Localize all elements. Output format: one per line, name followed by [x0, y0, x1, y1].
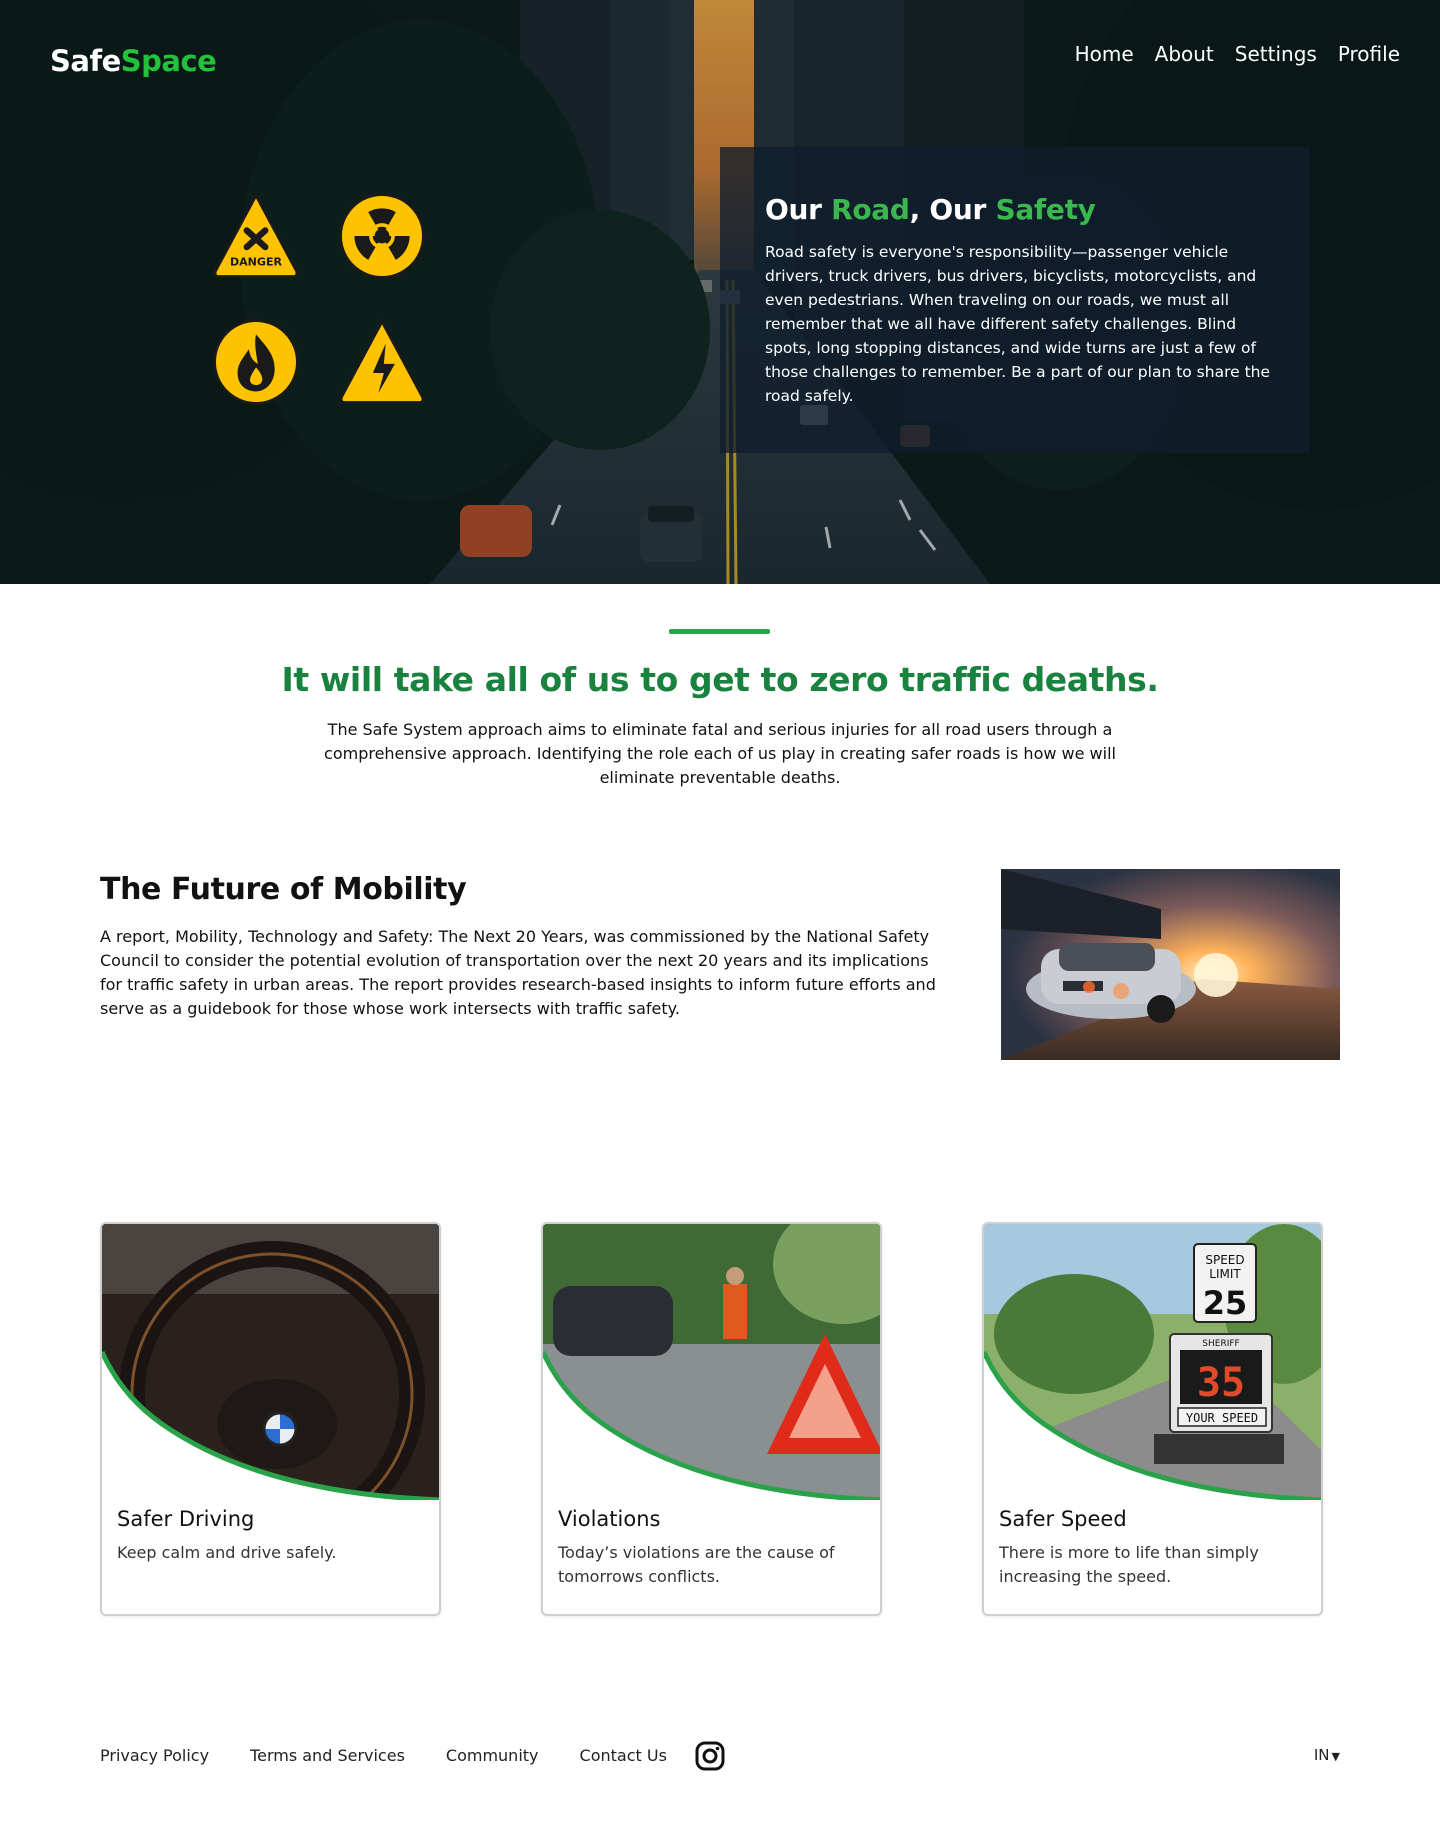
- hero-title-part: , Our: [909, 193, 996, 226]
- nav-home-link[interactable]: Home: [1075, 42, 1134, 66]
- danger-sign-icon: DANGER: [213, 192, 299, 278]
- footer-terms-link[interactable]: Terms and Services: [250, 1746, 405, 1765]
- sheriff-badge-text: SHERIFF: [1202, 1339, 1239, 1349]
- chevron-down-icon: ▼: [1331, 1750, 1340, 1763]
- speed-limit-value: 25: [1203, 1284, 1248, 1322]
- card-title: Violations: [558, 1507, 661, 1531]
- hero-description: Road safety is everyone's responsibility…: [765, 243, 1271, 405]
- your-speed-label: YOUR SPEED: [1186, 1411, 1258, 1425]
- mission-description: The Safe System approach aims to elimina…: [324, 720, 1116, 787]
- card-violations[interactable]: Violations Today’s violations are the ca…: [541, 1222, 882, 1616]
- footer-contact-link[interactable]: Contact Us: [580, 1746, 667, 1765]
- language-code: IN: [1313, 1746, 1330, 1764]
- future-section-text: A report, Mobility, Technology and Safet…: [100, 927, 936, 1018]
- hazard-signs-group: DANGER: [210, 190, 430, 410]
- radiation-sign-icon: [339, 193, 425, 279]
- future-section-title: The Future of Mobility: [100, 872, 467, 907]
- card-safer-driving[interactable]: Safer Driving Keep calm and drive safely…: [100, 1222, 441, 1616]
- top-nav: Home About Settings Profile: [1075, 42, 1400, 66]
- hero-section: SafeSpace Home About Settings Profile DA…: [0, 0, 1440, 584]
- brand-name-primary: Safe: [50, 44, 121, 78]
- footer-links: Privacy Policy Terms and Services Commun…: [100, 1746, 667, 1765]
- section-divider: [669, 629, 770, 634]
- speed-limit-sign-image: SPEED LIMIT 25 SHERIFF 35 YOUR SPEED: [984, 1224, 1321, 1500]
- nav-settings-link[interactable]: Settings: [1235, 42, 1317, 66]
- hero-title-part: Our: [765, 193, 832, 226]
- steering-wheel-image: [102, 1224, 439, 1500]
- card-description: Keep calm and drive safely.: [117, 1543, 337, 1562]
- card-title: Safer Speed: [999, 1507, 1127, 1531]
- site-footer: Privacy Policy Terms and Services Commun…: [100, 1740, 1340, 1774]
- flammable-sign-icon: [213, 319, 299, 405]
- speed-limit-sign-text-top: SPEED: [1205, 1253, 1244, 1267]
- card-title: Safer Driving: [117, 1507, 255, 1531]
- high-voltage-sign-icon: [339, 318, 425, 404]
- footer-community-link[interactable]: Community: [446, 1746, 539, 1765]
- hero-title-highlight-safety: Safety: [995, 193, 1096, 226]
- card-description: There is more to life than simply increa…: [999, 1543, 1259, 1586]
- mission-title: It will take all of us to get to zero tr…: [281, 660, 1159, 699]
- language-selector[interactable]: IN ▼: [1314, 1746, 1340, 1764]
- nav-about-link[interactable]: About: [1155, 42, 1214, 66]
- hero-info-panel: Our Road, Our Safety Road safety is ever…: [720, 147, 1310, 453]
- warning-triangle-image: [543, 1224, 880, 1500]
- hero-title-highlight-road: Road: [831, 193, 910, 226]
- speed-limit-sign-text-mid: LIMIT: [1209, 1267, 1241, 1281]
- hero-title: Our Road, Our Safety: [765, 193, 1270, 226]
- footer-privacy-link[interactable]: Privacy Policy: [100, 1746, 209, 1765]
- card-safer-speed[interactable]: SPEED LIMIT 25 SHERIFF 35 YOUR SPEED Saf…: [982, 1222, 1323, 1616]
- radar-speed-readout: 35: [1197, 1360, 1245, 1406]
- brand-logo[interactable]: SafeSpace: [50, 44, 217, 78]
- card-description: Today’s violations are the cause of tomo…: [558, 1543, 835, 1586]
- speeding-car-image: [1001, 869, 1340, 1060]
- brand-name-accent: Space: [120, 44, 217, 78]
- nav-profile-link[interactable]: Profile: [1338, 42, 1400, 66]
- instagram-icon[interactable]: [694, 1740, 726, 1772]
- danger-sign-label: DANGER: [230, 255, 283, 268]
